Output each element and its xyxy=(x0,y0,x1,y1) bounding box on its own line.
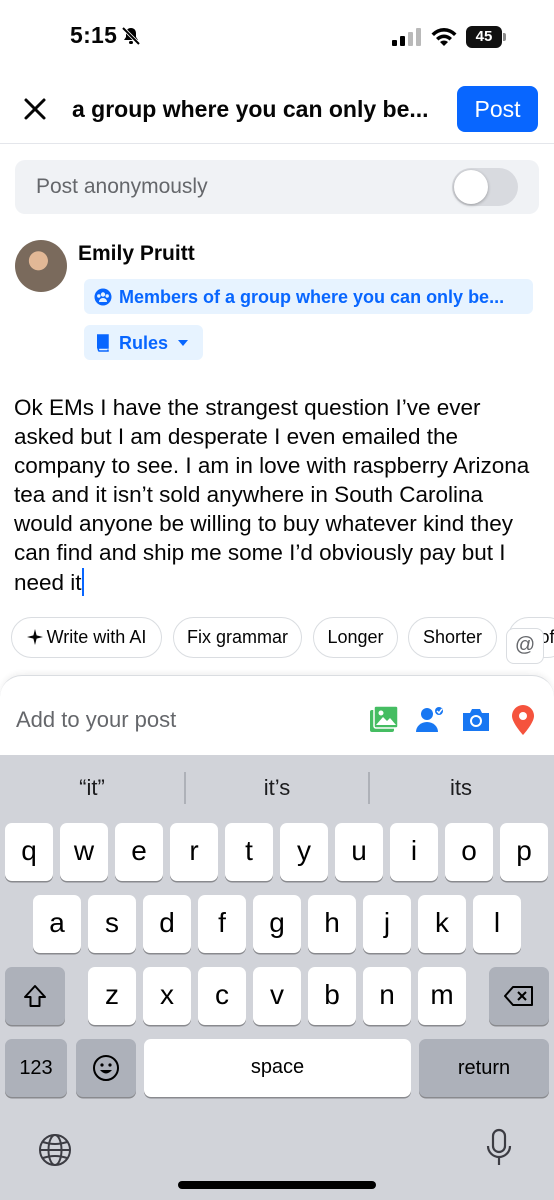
prediction-1[interactable]: “it” xyxy=(0,775,184,801)
emoji-key[interactable] xyxy=(76,1039,136,1097)
key-u[interactable]: u xyxy=(335,823,383,881)
anonymous-toggle[interactable] xyxy=(452,168,518,206)
add-to-post-label: Add to your post xyxy=(16,707,177,732)
cellular-signal-icon xyxy=(392,28,421,46)
globe-icon[interactable] xyxy=(37,1132,73,1168)
status-time: 5:15 xyxy=(70,22,118,48)
key-n[interactable]: n xyxy=(363,967,411,1025)
fix-grammar-chip[interactable]: Fix grammar xyxy=(173,617,302,658)
key-z[interactable]: z xyxy=(88,967,136,1025)
status-bar: 5:15 45 xyxy=(0,0,554,72)
key-a[interactable]: a xyxy=(33,895,81,953)
key-w[interactable]: w xyxy=(60,823,108,881)
avatar xyxy=(15,240,67,292)
prediction-3[interactable]: its xyxy=(369,775,553,801)
key-p[interactable]: p xyxy=(500,823,548,881)
shift-key[interactable] xyxy=(5,967,65,1025)
shift-icon xyxy=(24,985,46,1007)
post-anonymously-row: Post anonymously xyxy=(15,160,539,214)
key-f[interactable]: f xyxy=(198,895,246,953)
key-o[interactable]: o xyxy=(445,823,493,881)
book-icon xyxy=(97,334,109,352)
sparkle-icon xyxy=(26,629,43,645)
composer-header: a group where you can only be... Post xyxy=(0,72,554,144)
text-cursor xyxy=(81,567,84,596)
home-indicator xyxy=(178,1181,376,1189)
battery-nub xyxy=(503,33,506,41)
rules-dropdown[interactable]: Rules xyxy=(84,325,203,360)
key-x[interactable]: x xyxy=(143,967,191,1025)
battery-indicator: 45 xyxy=(466,26,506,48)
keyboard: “it” it’s its q w e r t y u i o p a s d … xyxy=(0,755,554,1200)
prediction-2[interactable]: it’s xyxy=(185,775,369,801)
microphone-icon[interactable] xyxy=(484,1128,514,1168)
longer-chip[interactable]: Longer xyxy=(313,617,398,658)
group-title: a group where you can only be... xyxy=(72,96,429,122)
key-i[interactable]: i xyxy=(390,823,438,881)
location-icon[interactable] xyxy=(507,704,539,736)
key-m[interactable]: m xyxy=(418,967,466,1025)
emoji-icon xyxy=(93,1055,119,1081)
bell-slash-icon xyxy=(121,26,141,46)
delete-key[interactable] xyxy=(489,967,549,1025)
post-anonymously-label: Post anonymously xyxy=(36,175,208,198)
write-with-ai-label: Write with AI xyxy=(46,627,147,647)
rules-label: Rules xyxy=(119,333,169,353)
post-text-area[interactable]: Ok EMs I have the strangest question I’v… xyxy=(14,393,544,597)
key-g[interactable]: g xyxy=(253,895,301,953)
write-with-ai-chip[interactable]: Write with AI xyxy=(11,617,162,658)
key-y[interactable]: y xyxy=(280,823,328,881)
toggle-knob xyxy=(454,170,488,204)
key-v[interactable]: v xyxy=(253,967,301,1025)
shorter-chip[interactable]: Shorter xyxy=(408,617,497,658)
add-to-post-sheet: Add to your post xyxy=(0,675,554,755)
photo-icon[interactable] xyxy=(368,704,400,736)
mention-button[interactable]: @ xyxy=(506,628,544,664)
chevron-down-icon xyxy=(178,340,188,346)
key-d[interactable]: d xyxy=(143,895,191,953)
close-icon[interactable] xyxy=(20,94,50,124)
wifi-icon xyxy=(431,28,457,46)
audience-label: Members of a group where you can only be… xyxy=(119,287,505,307)
post-text: Ok EMs I have the strangest question I’v… xyxy=(14,395,530,595)
audience-selector[interactable]: Members of a group where you can only be… xyxy=(84,279,533,314)
camera-icon[interactable] xyxy=(460,704,492,736)
space-key[interactable]: space xyxy=(144,1039,411,1097)
predictive-text-bar: “it” it’s its xyxy=(0,755,554,819)
key-r[interactable]: r xyxy=(170,823,218,881)
key-j[interactable]: j xyxy=(363,895,411,953)
backspace-icon xyxy=(504,986,533,1006)
return-key[interactable]: return xyxy=(419,1039,549,1097)
ai-suggestions-row: Write with AI Fix grammar Longer Shorter… xyxy=(0,617,554,659)
key-q[interactable]: q xyxy=(5,823,53,881)
key-t[interactable]: t xyxy=(225,823,273,881)
key-e[interactable]: e xyxy=(115,823,163,881)
tag-people-icon[interactable] xyxy=(414,704,446,736)
battery-level: 45 xyxy=(475,28,493,45)
numbers-key[interactable]: 123 xyxy=(5,1039,67,1097)
post-button[interactable]: Post xyxy=(457,86,538,132)
key-c[interactable]: c xyxy=(198,967,246,1025)
key-l[interactable]: l xyxy=(473,895,521,953)
key-s[interactable]: s xyxy=(88,895,136,953)
group-icon xyxy=(94,288,112,306)
key-h[interactable]: h xyxy=(308,895,356,953)
key-b[interactable]: b xyxy=(308,967,356,1025)
author-name: Emily Pruitt xyxy=(78,242,195,265)
key-k[interactable]: k xyxy=(418,895,466,953)
